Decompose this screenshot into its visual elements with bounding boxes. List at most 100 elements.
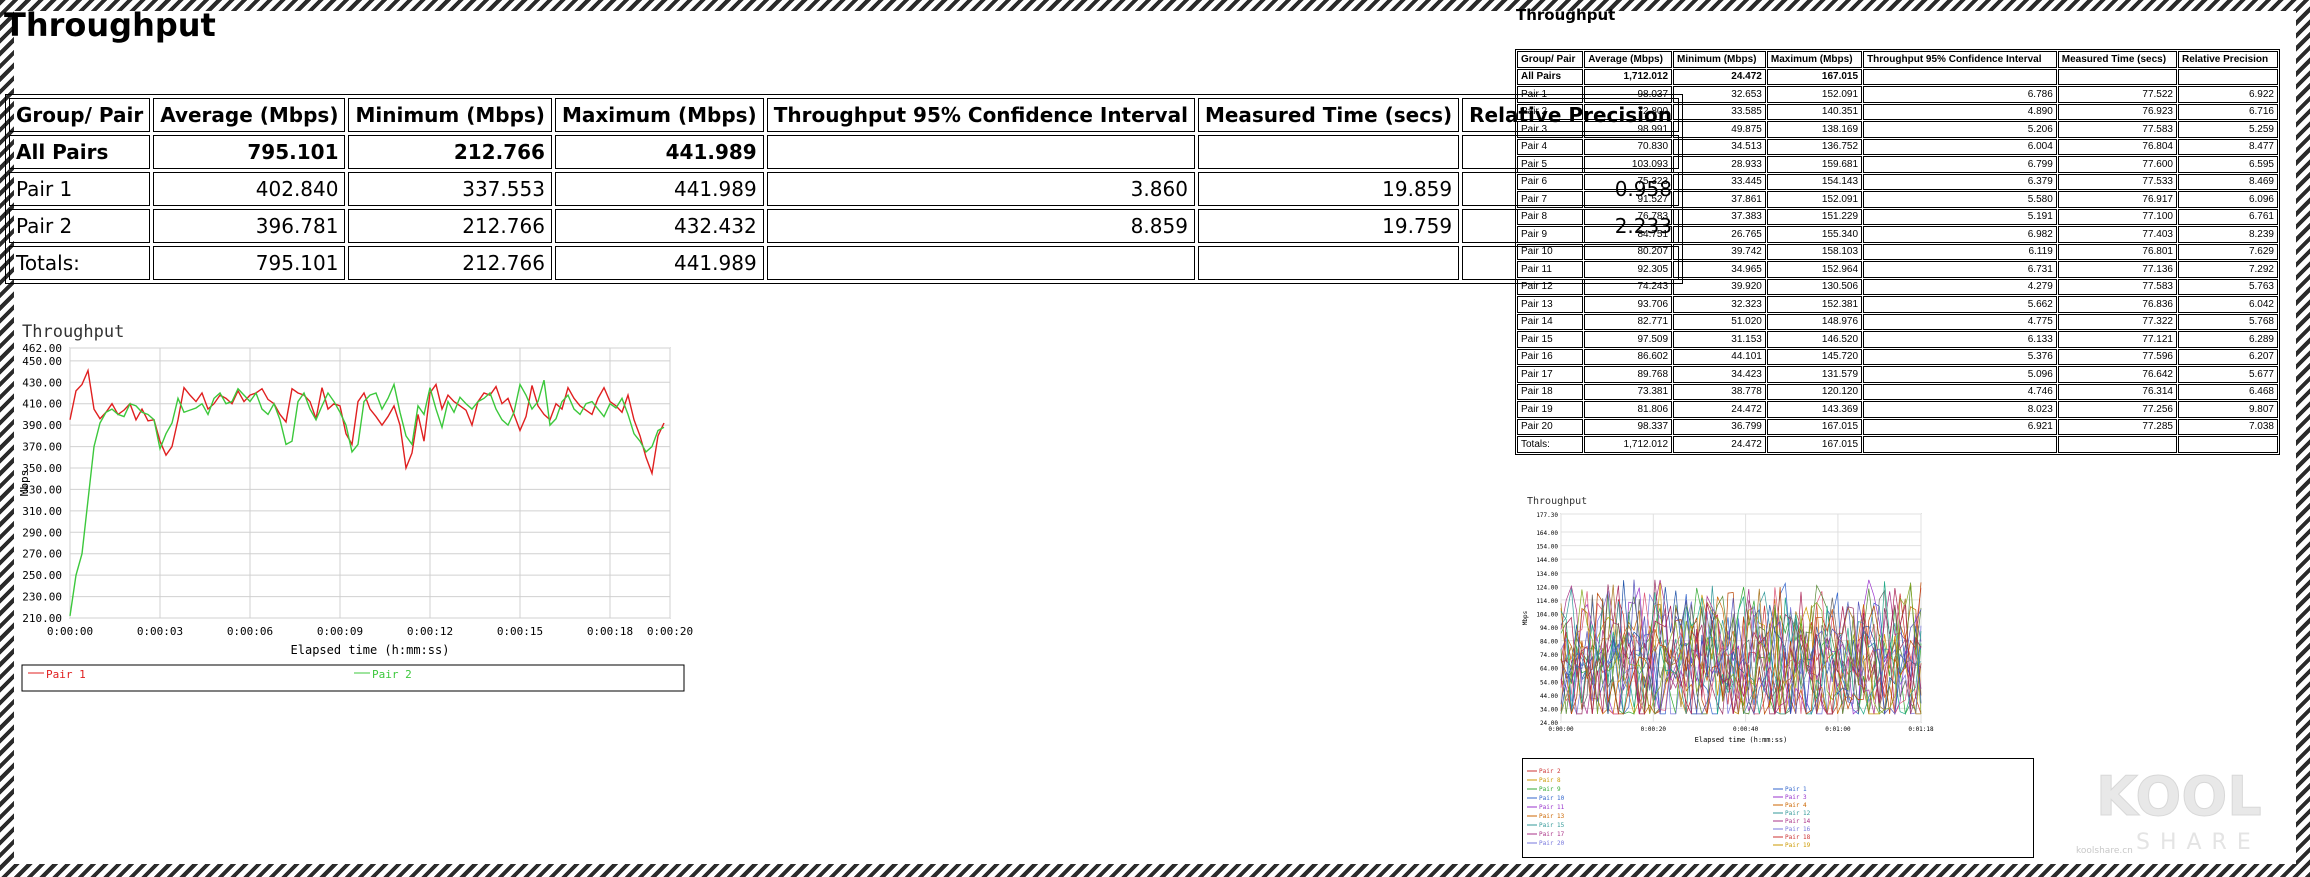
y-tick-label: 390.00 <box>22 419 62 432</box>
table-cell: 75.323 <box>1584 173 1673 190</box>
mini-throughput-chart: Throughput 177.30 164.00 154.00 144.00 134.00… <box>1515 490 2040 755</box>
y-tick-label: 134.00 <box>1536 571 1558 578</box>
x-tick-label: 0:00:06 <box>227 625 273 638</box>
table-cell <box>1863 436 2057 453</box>
page-title: Throughput <box>4 6 216 44</box>
y-tick-label: 230.00 <box>22 591 62 604</box>
table-cell: 4.890 <box>1863 103 2057 120</box>
y-tick-label: 154.00 <box>1536 544 1558 551</box>
table-cell <box>766 135 1195 169</box>
table-cell: 77.596 <box>2057 348 2177 365</box>
table-cell: 38.778 <box>1673 383 1766 400</box>
table-cell: Pair 16 <box>1517 348 1584 365</box>
x-tick-label: 0:01:18 <box>1908 726 1934 733</box>
table-cell: 24.472 <box>1673 436 1766 453</box>
table-cell: 4.746 <box>1863 383 2057 400</box>
table-cell: 151.229 <box>1766 208 1863 225</box>
table-cell: 212.766 <box>348 246 552 280</box>
table-cell: 131.579 <box>1766 366 1863 383</box>
table-cell: 432.432 <box>554 209 764 243</box>
table-cell: 143.369 <box>1766 401 1863 418</box>
x-tick-label: 0:00:09 <box>317 625 363 638</box>
table-cell: 6.207 <box>2178 348 2278 365</box>
x-axis-label: Elapsed time (h:mm:ss) <box>291 643 450 657</box>
table-cell: 6.468 <box>2178 383 2278 400</box>
table-cell: 6.004 <box>1863 138 2057 155</box>
table-cell: 158.103 <box>1766 243 1863 260</box>
mini-chart-svg: Throughput 177.30 164.00 154.00 144.00 134.00… <box>1522 496 1934 744</box>
legend-label: Pair 14 <box>1785 818 1811 825</box>
table-cell: 6.799 <box>1863 156 2057 173</box>
table-row: Pair 1 98.037 32.653 152.091 6.786 77.522 6.92… <box>1517 86 2278 103</box>
table-cell: All Pairs <box>9 135 151 169</box>
table-cell: 145.720 <box>1766 348 1863 365</box>
watermark-small-text: koolshare.cn <box>2076 846 2133 856</box>
table-row: Pair 1 402.840 337.553 441.989 3.860 19.… <box>9 172 1679 206</box>
koolshare-watermark: KOOL SHARE koolshare.cn <box>2076 753 2296 863</box>
legend-label: Pair 11 <box>1539 804 1565 811</box>
table-cell: 98.037 <box>1584 86 1673 103</box>
table-cell: 44.101 <box>1673 348 1766 365</box>
table-row: Pair 10 80.207 39.742 158.103 6.119 76.801 7.6… <box>1517 243 2278 260</box>
table-cell: 51.020 <box>1673 313 1766 330</box>
table-cell: 337.553 <box>348 172 552 206</box>
table-cell: 77.121 <box>2057 331 2177 348</box>
x-tick-label: 0:00:40 <box>1733 726 1759 733</box>
table-row: Pair 8 76.783 37.383 151.229 5.191 77.100 6.76… <box>1517 208 2278 225</box>
table-cell <box>766 246 1195 280</box>
y-tick-label: 410.00 <box>22 398 62 411</box>
table-cell: Pair 14 <box>1517 313 1584 330</box>
table-row: Pair 15 97.509 31.153 146.520 6.133 77.121 6.2… <box>1517 331 2278 348</box>
chart-title: Throughput <box>22 322 124 342</box>
table-cell: 7.629 <box>2178 243 2278 260</box>
table-cell: 159.681 <box>1766 156 1863 173</box>
table-cell: 77.100 <box>2057 208 2177 225</box>
table-cell: 8.023 <box>1863 401 2057 418</box>
x-axis-label: Elapsed time (h:mm:ss) <box>1695 736 1788 744</box>
table-cell: 152.381 <box>1766 296 1863 313</box>
table-cell: 167.015 <box>1766 68 1863 85</box>
summary-table: Group/ Pair Average (Mbps) Minimum (Mbps… <box>5 94 1683 284</box>
table-cell: 167.015 <box>1766 418 1863 435</box>
table-cell <box>2178 436 2278 453</box>
y-tick-label: 34.00 <box>1540 706 1558 713</box>
table-cell: 77.285 <box>2057 418 2177 435</box>
table-cell: 6.096 <box>2178 191 2278 208</box>
table-cell: 5.763 <box>2178 278 2278 295</box>
table-cell: 6.982 <box>1863 226 2057 243</box>
table-cell: 77.522 <box>2057 86 2177 103</box>
table-cell: 77.136 <box>2057 261 2177 278</box>
table-cell: Pair 20 <box>1517 418 1584 435</box>
y-tick-label: 270.00 <box>22 548 62 561</box>
table-cell: 1,712.012 <box>1584 68 1673 85</box>
pairs-table: Group/ Pair Average (Mbps) Minimum (Mbps) M… <box>1515 49 2280 455</box>
table-cell: 34.513 <box>1673 138 1766 155</box>
table-cell: 86.602 <box>1584 348 1673 365</box>
table-cell: 34.423 <box>1673 366 1766 383</box>
table-cell: 4.775 <box>1863 313 2057 330</box>
table-cell: 92.305 <box>1584 261 1673 278</box>
table-cell: 6.786 <box>1863 86 2057 103</box>
y-tick-label: 64.00 <box>1540 666 1558 673</box>
table-row: All Pairs 1,712.012 24.472 167.015 <box>1517 68 2278 85</box>
table-cell: 5.376 <box>1863 348 2057 365</box>
legend-label-pair-1: Pair 1 <box>46 668 86 681</box>
y-tick-label: 114.00 <box>1536 598 1558 605</box>
table-row: Pair 3 98.991 49.875 138.169 5.206 77.583 5.25… <box>1517 121 2278 138</box>
table-cell: Pair 5 <box>1517 156 1584 173</box>
table-cell: 24.472 <box>1673 401 1766 418</box>
table-cell: 32.653 <box>1673 86 1766 103</box>
table-cell: 91.527 <box>1584 191 1673 208</box>
table-row: Pair 14 82.771 51.020 148.976 4.775 77.322 5.7… <box>1517 313 2278 330</box>
legend-label: Pair 12 <box>1785 810 1811 817</box>
col-header: Throughput 95% Confidence Interval <box>1863 51 2057 68</box>
table-cell: 152.091 <box>1766 191 1863 208</box>
table-cell: 167.015 <box>1766 436 1863 453</box>
table-cell: 130.506 <box>1766 278 1863 295</box>
y-tick-label: 430.00 <box>22 376 62 389</box>
legend-label: Pair 3 <box>1785 794 1807 801</box>
table-cell: 6.289 <box>2178 331 2278 348</box>
table-cell: Pair 1 <box>1517 86 1584 103</box>
table-cell: 76.642 <box>2057 366 2177 383</box>
throughput-chart-svg: Throughput462.00450.00 430.00 410.00 390.00… <box>18 322 693 692</box>
